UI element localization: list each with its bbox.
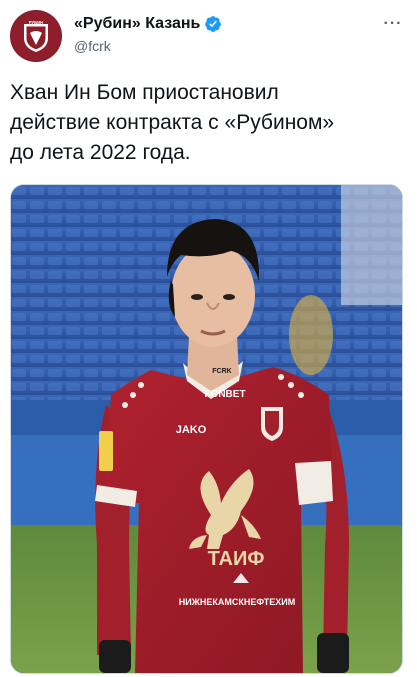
avatar-text: РУБИН <box>29 20 43 25</box>
more-options-button[interactable]: ··· <box>381 12 405 36</box>
jersey-collar-text: FCRK <box>212 368 231 375</box>
account-names: «Рубин» Казань @fcrk <box>74 14 222 56</box>
jersey-main-sponsor-text: ТАИФ <box>208 548 265 570</box>
display-name[interactable]: «Рубин» Казань <box>74 14 200 34</box>
rubin-logo-icon: РУБИН <box>24 20 48 52</box>
account-avatar[interactable]: РУБИН <box>10 10 62 62</box>
jersey-maker-text: JAKO <box>176 424 207 436</box>
tweet-photo[interactable]: FCRK FONBET JAKO ТАИФ НИЖНЕКАМСКНЕФТЕХИМ <box>10 184 403 674</box>
player-photo-image: FCRK FONBET JAKO ТАИФ НИЖНЕКАМСКНЕФТЕХИМ <box>11 185 402 673</box>
more-horizontal-icon: ··· <box>383 15 403 32</box>
jersey-sponsor-text: FONBET <box>204 389 245 400</box>
jersey-bottom-sponsor-text: НИЖНЕКАМСКНЕФТЕХИМ <box>179 597 295 607</box>
verified-badge-icon <box>205 16 222 32</box>
tweet-text: Хван Ин Бом приостановил действие контра… <box>10 81 335 164</box>
tweet-header: РУБИН «Рубин» Казань @fcrk ··· <box>10 8 407 64</box>
account-handle[interactable]: @fcrk <box>74 36 222 56</box>
